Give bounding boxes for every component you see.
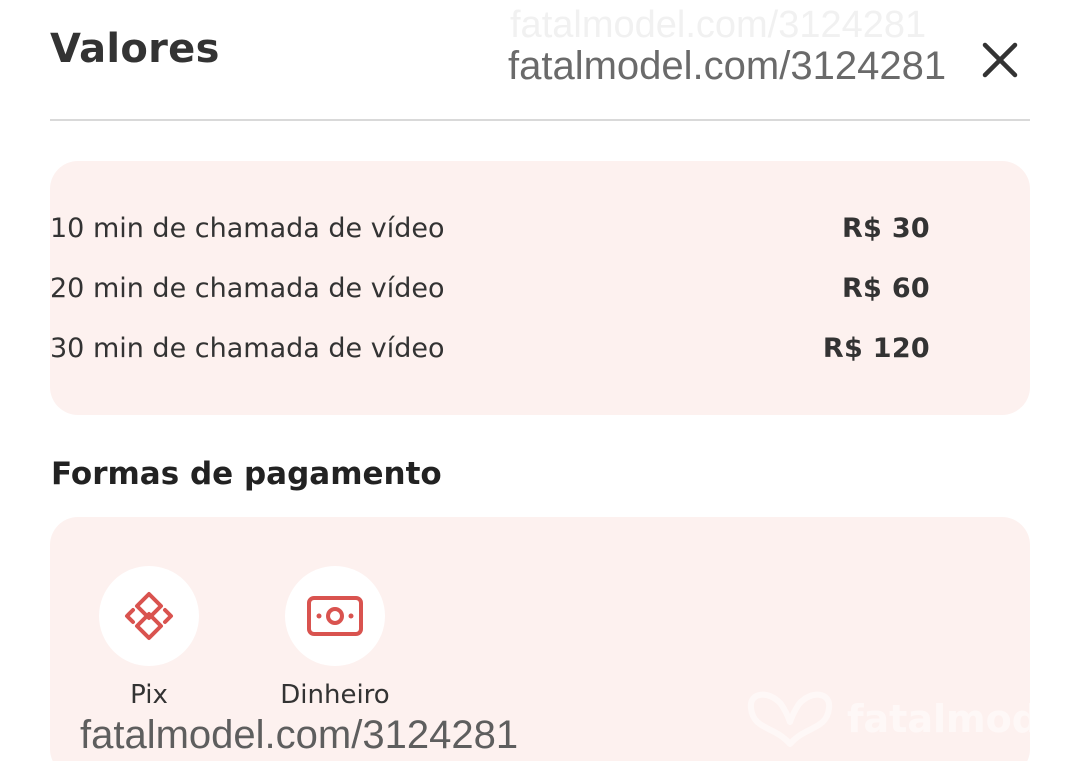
- watermark-url-top: fatalmodel.com/3124281: [508, 44, 947, 88]
- price-row: 10 min de chamada de vídeo R$ 30: [50, 210, 930, 246]
- butterfly-logo-icon: [747, 691, 833, 747]
- pix-label: Pix: [130, 680, 168, 710]
- pix-icon-container: [99, 566, 199, 666]
- price-row: 20 min de chamada de vídeo R$ 60: [50, 270, 930, 306]
- price-label: 30 min de chamada de vídeo: [50, 332, 445, 364]
- payment-section-title: Formas de pagamento: [51, 456, 442, 492]
- payment-method-cash: Dinheiro: [275, 566, 395, 710]
- watermark-url-faint: fatalmodel.com/3124281: [510, 4, 927, 46]
- price-amount: R$ 60: [841, 272, 930, 304]
- close-icon: [982, 42, 1018, 78]
- dialog-title: Valores: [50, 26, 220, 72]
- cash-label: Dinheiro: [280, 680, 390, 710]
- pix-icon: [125, 592, 173, 640]
- price-row: 30 min de chamada de vídeo R$ 120: [50, 330, 930, 366]
- cash-icon-container: [285, 566, 385, 666]
- price-label: 20 min de chamada de vídeo: [50, 272, 445, 304]
- price-label: 10 min de chamada de vídeo: [50, 212, 445, 244]
- cash-icon: [307, 596, 363, 636]
- brand-watermark-text: fatalmod: [847, 697, 1039, 741]
- close-button[interactable]: [978, 38, 1022, 82]
- price-amount: R$ 30: [841, 212, 930, 244]
- price-amount: R$ 120: [822, 332, 930, 364]
- header-divider: [50, 119, 1030, 121]
- watermark-url-bottom: fatalmodel.com/3124281: [80, 713, 519, 757]
- payment-method-pix: Pix: [89, 566, 209, 710]
- values-dialog: fatalmodel.com/3124281 Valores fatalmode…: [0, 0, 1080, 761]
- brand-watermark: fatalmod: [745, 686, 1039, 752]
